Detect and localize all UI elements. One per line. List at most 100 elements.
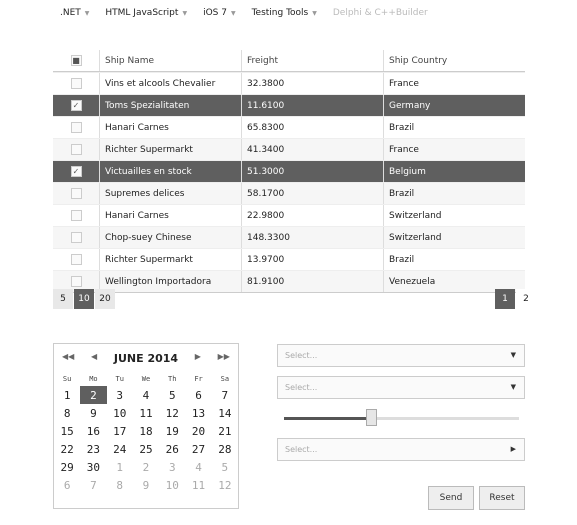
cell-country: Germany [383,95,525,116]
row-checkbox[interactable] [70,232,82,243]
calendar-day[interactable]: 7 [212,386,238,404]
slider-thumb[interactable] [365,409,377,426]
calendar-day[interactable]: 30 [80,458,106,476]
cell-name: Victuailles en stock [99,161,241,182]
calendar-day[interactable]: 19 [159,422,185,440]
calendar-day[interactable]: 25 [133,440,159,458]
calendar-day[interactable]: 6 [185,386,211,404]
calendar-day[interactable]: 2 [80,386,107,404]
calendar-day[interactable]: 28 [212,440,238,458]
cell-country: France [383,73,525,94]
calendar-day[interactable]: 4 [133,386,159,404]
calendar-day[interactable]: 8 [54,404,80,422]
page-2[interactable]: 2 [516,289,536,309]
page-1[interactable]: 1 [495,289,515,309]
menu-item[interactable]: .NET ▼ [60,8,89,18]
col-ship-name[interactable]: Ship Name [99,50,241,71]
calendar-day[interactable]: 5 [159,386,185,404]
select-dropdown-3[interactable]: Select... ▶ [277,438,525,461]
menu-item[interactable]: iOS 7 ▼ [203,8,236,18]
prev-year-icon[interactable]: ◀◀ [62,352,74,365]
menu-item[interactable]: Testing Tools ▼ [252,8,317,18]
page-size-20[interactable]: 20 [95,289,115,309]
row-checkbox[interactable] [70,254,82,265]
calendar-day[interactable]: 1 [54,386,80,404]
cell-name: Richter Supermarkt [99,139,241,160]
calendar-day[interactable]: 17 [107,422,133,440]
calendar-day[interactable]: 21 [212,422,238,440]
menu-item[interactable]: Delphi & C++Builder [333,8,428,18]
row-checkbox[interactable] [70,144,82,155]
caret-down-icon: ▼ [230,10,236,17]
table-row[interactable]: Hanari Carnes 65.8300 Brazil [53,116,525,138]
calendar-day[interactable]: 27 [185,440,211,458]
calendar-day[interactable]: 10 [159,476,185,494]
menu-item[interactable]: HTML JavaScript ▼ [105,8,187,18]
slider[interactable] [284,409,519,426]
select-all-checkbox[interactable]: ■ [70,55,82,66]
calendar-day[interactable]: 3 [107,386,133,404]
calendar-day[interactable]: 14 [212,404,238,422]
page-size-5[interactable]: 5 [53,289,73,309]
row-checkbox[interactable] [70,276,82,287]
row-checkbox[interactable] [70,78,82,89]
table-row[interactable]: Richter Supermarkt 41.3400 France [53,138,525,160]
calendar-day[interactable]: 18 [133,422,159,440]
next-month-icon[interactable]: ▶ [195,352,201,365]
calendar-day[interactable]: 20 [185,422,211,440]
menu-item-label: Delphi & C++Builder [332,8,428,18]
table-row[interactable]: ✓ Victuailles en stock 51.3000 Belgium [53,160,525,182]
table-row[interactable]: Wellington Importadora 81.9100 Venezuela [53,270,525,292]
checkbox-cell [53,122,99,133]
table-row[interactable]: Chop-suey Chinese 148.3300 Switzerland [53,226,525,248]
calendar-day[interactable]: 15 [54,422,80,440]
calendar-day[interactable]: 10 [107,404,133,422]
calendar-day[interactable]: 22 [54,440,80,458]
col-ship-country[interactable]: Ship Country [383,50,525,71]
table-row[interactable]: Hanari Carnes 22.9800 Switzerland [53,204,525,226]
calendar-day[interactable]: 6 [54,476,80,494]
calendar-day[interactable]: 9 [80,404,106,422]
row-checkbox[interactable] [70,188,82,199]
row-checkbox[interactable] [70,210,82,221]
table-row[interactable]: Richter Supermarkt 13.9700 Brazil [53,248,525,270]
select-dropdown-1[interactable]: Select... ▼ [277,344,525,367]
calendar-day[interactable]: 24 [107,440,133,458]
send-button[interactable]: Send [428,486,474,510]
calendar-day[interactable]: 16 [80,422,106,440]
orders-grid: ■ Ship Name Freight Ship Country Vins et… [53,50,525,293]
reset-button[interactable]: Reset [479,486,525,510]
calendar-day[interactable]: 2 [133,458,159,476]
calendar-day[interactable]: 4 [185,458,211,476]
calendar-day[interactable]: 13 [185,404,211,422]
calendar-day[interactable]: 29 [54,458,80,476]
col-freight[interactable]: Freight [241,50,383,71]
table-row[interactable]: Vins et alcools Chevalier 32.3800 France [53,72,525,94]
row-checkbox[interactable]: ✓ [70,100,82,111]
row-checkbox[interactable] [70,122,82,133]
calendar-day[interactable]: 26 [159,440,185,458]
table-row[interactable]: Supremes delices 58.1700 Brazil [53,182,525,204]
next-year-icon[interactable]: ▶▶ [218,352,230,365]
calendar-day[interactable]: 12 [159,404,185,422]
page-size-10[interactable]: 10 [74,289,94,309]
table-row[interactable]: ✓ Toms Spezialitaten 11.6100 Germany [53,94,525,116]
select-dropdown-2[interactable]: Select... ▼ [277,376,525,399]
cell-freight: 148.3300 [241,227,383,248]
caret-down-icon: ▼ [84,10,90,17]
calendar-day[interactable]: 1 [107,458,133,476]
calendar-day[interactable]: 23 [80,440,106,458]
row-checkbox[interactable]: ✓ [70,166,82,177]
cell-name: Wellington Importadora [99,271,241,292]
calendar-day[interactable]: 9 [133,476,159,494]
calendar-day[interactable]: 11 [133,404,159,422]
calendar-title[interactable]: JUNE 2014 [114,352,178,365]
calendar-day[interactable]: 12 [212,476,238,494]
calendar-day[interactable]: 5 [212,458,238,476]
calendar-day[interactable]: 7 [80,476,106,494]
prev-month-icon[interactable]: ◀ [91,352,97,365]
calendar-day[interactable]: 3 [159,458,185,476]
weekday-label: Su [62,374,72,383]
calendar-day[interactable]: 8 [107,476,133,494]
calendar-day[interactable]: 11 [185,476,211,494]
